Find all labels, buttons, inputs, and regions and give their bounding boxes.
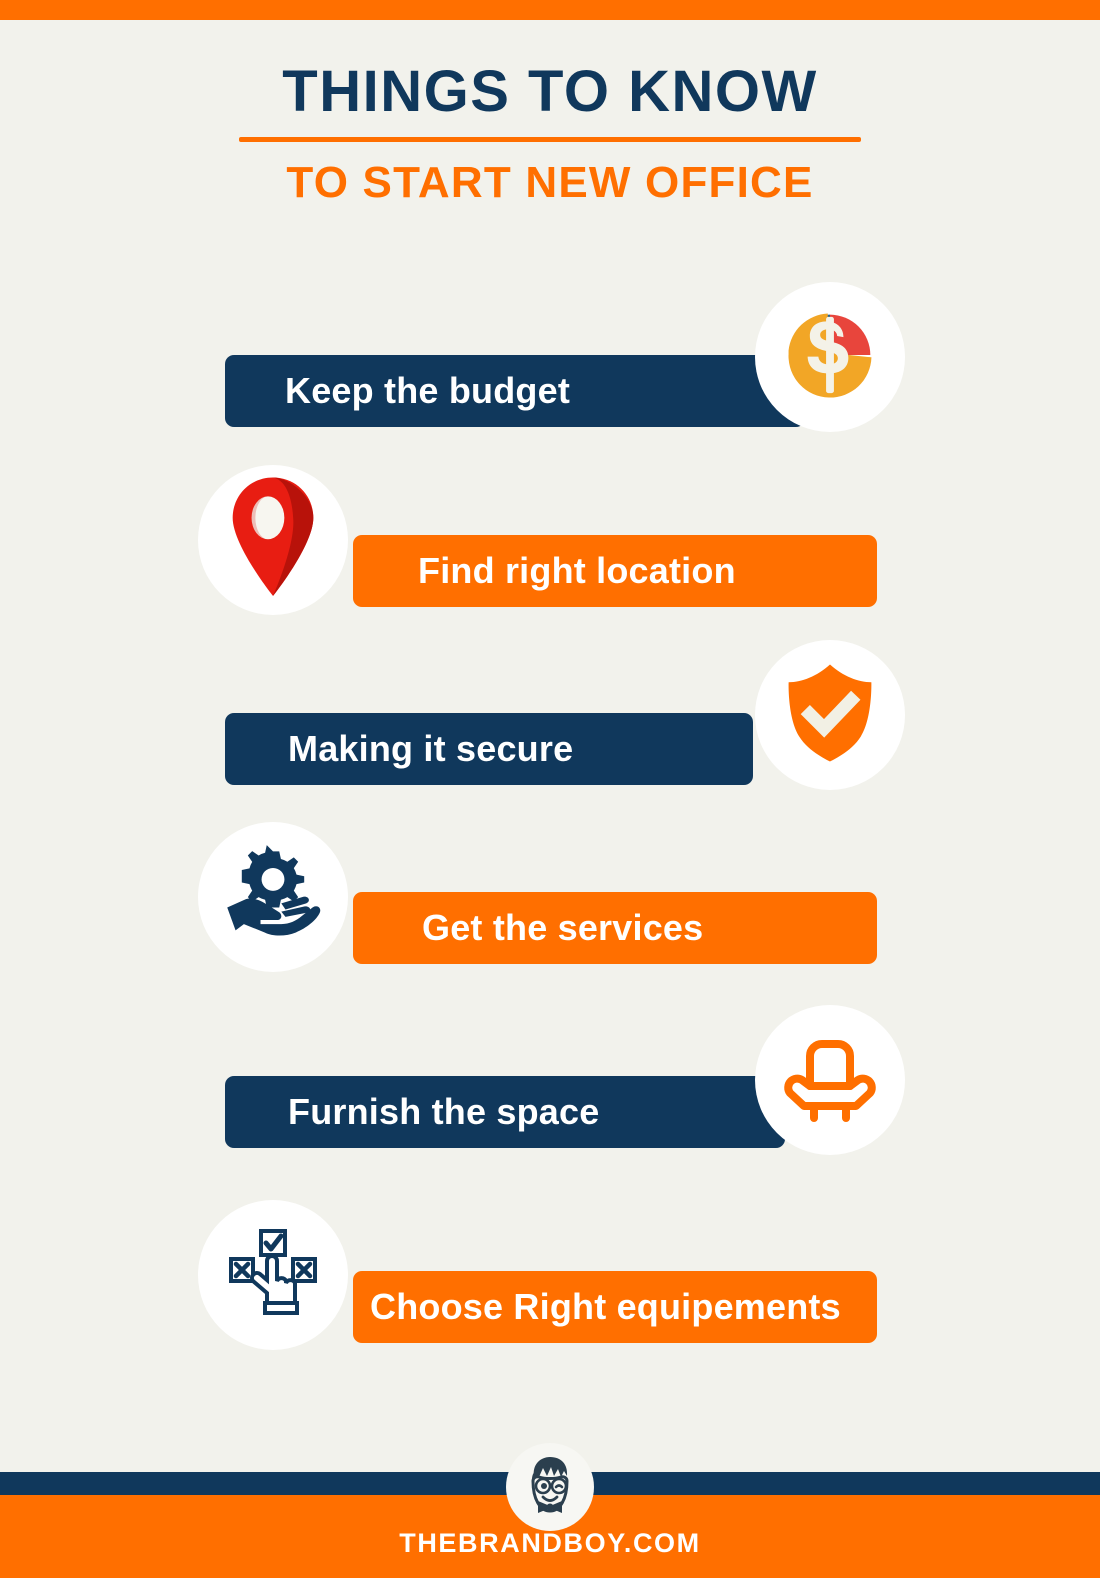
footer-website[interactable]: THEBRANDBOY.COM [0,1528,1100,1559]
page-title: THINGS TO KNOW [282,59,818,124]
header-block: THINGS TO KNOW TO START NEW OFFICE [0,59,1100,207]
item-bar-furnish-the-space[interactable]: Furnish the space [225,1076,785,1148]
item-label: Choose Right equipements [370,1286,841,1327]
item-label: Get the services [422,907,704,948]
item-bar-get-the-services[interactable]: Get the services [353,892,877,964]
item-label: Find right location [418,550,736,591]
icon-badge-security [755,640,905,790]
armchair-icon [780,1028,880,1133]
page-subtitle: TO START NEW OFFICE [286,157,814,207]
title-divider [239,136,861,142]
choose-checkbox-hand-icon [223,1223,323,1328]
gear-in-hand-icon [221,843,325,952]
icon-badge-location [198,465,348,615]
item-label: Making it secure [288,728,574,769]
location-pin-icon [220,475,326,606]
item-label: Furnish the space [288,1091,600,1132]
item-label: Keep the budget [285,370,571,411]
icon-badge-services [198,822,348,972]
icon-badge-furniture [755,1005,905,1155]
budget-pie-dollar-icon [774,299,886,416]
infographic-poster: THINGS TO KNOW TO START NEW OFFICE Keep … [0,0,1100,1578]
icon-badge-equipment [198,1200,348,1350]
brandboy-face-logo [506,1443,594,1531]
item-bar-find-right-location[interactable]: Find right location [353,535,877,607]
icon-badge-budget [755,282,905,432]
top-accent-bar [0,0,1100,20]
item-bar-making-it-secure[interactable]: Making it secure [225,713,753,785]
item-bar-choose-right-equipements[interactable]: Choose Right equipements [353,1271,877,1343]
item-bar-keep-the-budget[interactable]: Keep the budget [225,355,805,427]
shield-check-icon [782,661,878,770]
